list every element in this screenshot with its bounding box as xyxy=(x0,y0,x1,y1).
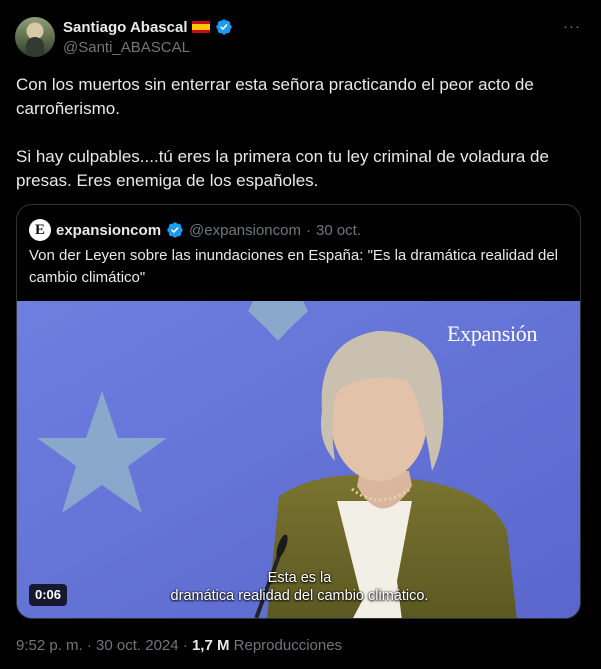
quoted-tweet[interactable]: E expansioncom @expansioncom · 30 oct. V… xyxy=(16,204,581,619)
views-count: 1,7 M xyxy=(191,637,230,654)
quoted-header: E expansioncom @expansioncom · 30 oct. xyxy=(29,219,361,241)
quoted-author-name[interactable]: expansioncom xyxy=(56,222,161,239)
tweet-date[interactable]: 30 oct. 2024 xyxy=(96,637,179,654)
separator-dot: · xyxy=(305,221,311,239)
video-duration-badge: 0:06 xyxy=(29,584,68,606)
tweet-paragraph: Si hay culpables....tú eres la primera c… xyxy=(16,147,549,190)
expansion-logo-icon: E xyxy=(29,219,51,241)
spain-flag-icon xyxy=(192,21,211,33)
separator-dot: · xyxy=(182,637,188,654)
tweet-meta: 9:52 p. m. · 30 oct. 2024 · 1,7 M Reprod… xyxy=(16,637,342,654)
verified-badge-icon xyxy=(216,19,233,35)
tweet-text: Con los muertos sin enterrar esta señora… xyxy=(16,73,581,193)
quoted-text: Von der Leyen sobre las inundaciones en … xyxy=(29,247,558,286)
expansion-brand-logo: Expansión xyxy=(447,321,538,346)
tweet-paragraph: Con los muertos sin enterrar esta señora… xyxy=(16,75,534,118)
separator-dot: · xyxy=(86,637,92,654)
video-subtitle: Esta es la dramática realidad del cambio… xyxy=(17,569,580,605)
views-label: Reproducciones xyxy=(233,637,343,654)
video-player[interactable]: Expansión Esta es la dramática realidad … xyxy=(17,301,580,618)
subtitle-line: dramática realidad del cambio climático. xyxy=(170,588,429,604)
subtitle-line: Esta es la xyxy=(267,570,332,586)
author-name-row: Santiago Abascal xyxy=(63,17,233,37)
more-options-icon[interactable]: ··· xyxy=(563,18,581,35)
author-avatar[interactable] xyxy=(15,17,55,57)
tweet-time[interactable]: 9:52 p. m. xyxy=(16,637,83,654)
author-display-name[interactable]: Santiago Abascal xyxy=(63,19,187,36)
author-handle[interactable]: @Santi_ABASCAL xyxy=(63,39,190,56)
quoted-date[interactable]: 30 oct. xyxy=(316,222,361,239)
quoted-author-handle[interactable]: @expansioncom xyxy=(189,222,301,239)
verified-badge-icon xyxy=(167,222,183,238)
tweet: Santiago Abascal @Santi_ABASCAL ··· Con … xyxy=(0,0,601,669)
